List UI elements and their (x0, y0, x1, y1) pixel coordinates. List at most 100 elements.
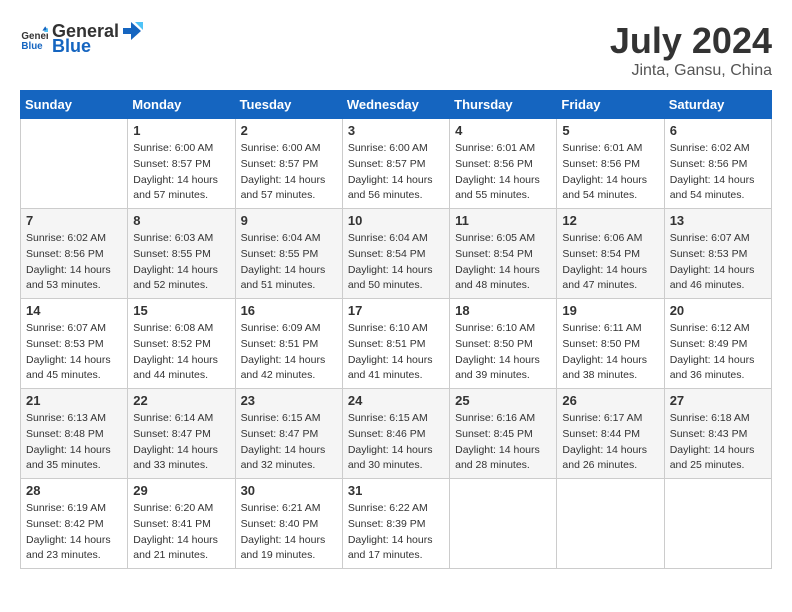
day-sun-info: Sunrise: 6:03 AMSunset: 8:55 PMDaylight:… (133, 231, 229, 294)
day-number: 6 (670, 123, 766, 138)
day-number: 26 (562, 393, 658, 408)
calendar-day-cell: 22 Sunrise: 6:14 AMSunset: 8:47 PMDayligh… (128, 389, 235, 479)
calendar-day-cell: 30 Sunrise: 6:21 AMSunset: 8:40 PMDayligh… (235, 479, 342, 569)
day-sun-info: Sunrise: 6:10 AMSunset: 8:50 PMDaylight:… (455, 321, 551, 384)
day-sun-info: Sunrise: 6:15 AMSunset: 8:47 PMDaylight:… (241, 411, 337, 474)
calendar-day-cell: 25Sunrise: 6:16 AMSunset: 8:45 PMDayligh… (450, 389, 557, 479)
calendar-day-cell: 12 Sunrise: 6:06 AMSunset: 8:54 PMDayligh… (557, 209, 664, 299)
day-sun-info: Sunrise: 6:07 AMSunset: 8:53 PMDaylight:… (670, 231, 766, 294)
day-sun-info: Sunrise: 6:10 AMSunset: 8:51 PMDaylight:… (348, 321, 444, 384)
day-sun-info: Sunrise: 6:17 AMSunset: 8:44 PMDaylight:… (562, 411, 658, 474)
day-sun-info: Sunrise: 6:01 AMSunset: 8:56 PMDaylight:… (562, 141, 658, 204)
calendar-day-cell: 8 Sunrise: 6:03 AMSunset: 8:55 PMDaylight… (128, 209, 235, 299)
calendar-day-cell: 20Sunrise: 6:12 AMSunset: 8:49 PMDayligh… (664, 299, 771, 389)
day-sun-info: Sunrise: 6:00 AMSunset: 8:57 PMDaylight:… (133, 141, 229, 204)
day-number: 30 (241, 483, 337, 498)
day-sun-info: Sunrise: 6:04 AMSunset: 8:55 PMDaylight:… (241, 231, 337, 294)
svg-text:Blue: Blue (21, 40, 43, 51)
day-of-week-header: Saturday (664, 91, 771, 119)
calendar-day-cell: 5 Sunrise: 6:01 AMSunset: 8:56 PMDaylight… (557, 119, 664, 209)
day-number: 2 (241, 123, 337, 138)
day-number: 23 (241, 393, 337, 408)
day-sun-info: Sunrise: 6:15 AMSunset: 8:46 PMDaylight:… (348, 411, 444, 474)
month-title: July 2024 (610, 20, 772, 62)
day-number: 9 (241, 213, 337, 228)
day-sun-info: Sunrise: 6:02 AMSunset: 8:56 PMDaylight:… (670, 141, 766, 204)
calendar-day-cell: 1 Sunrise: 6:00 AMSunset: 8:57 PMDaylight… (128, 119, 235, 209)
calendar-day-cell: 6 Sunrise: 6:02 AMSunset: 8:56 PMDaylight… (664, 119, 771, 209)
day-sun-info: Sunrise: 6:04 AMSunset: 8:54 PMDaylight:… (348, 231, 444, 294)
calendar-day-cell: 29 Sunrise: 6:20 AMSunset: 8:41 PMDayligh… (128, 479, 235, 569)
day-number: 20 (670, 303, 766, 318)
day-sun-info: Sunrise: 6:00 AMSunset: 8:57 PMDaylight:… (348, 141, 444, 204)
calendar-header-row: SundayMondayTuesdayWednesdayThursdayFrid… (21, 91, 772, 119)
calendar-day-cell: 31Sunrise: 6:22 AMSunset: 8:39 PMDayligh… (342, 479, 449, 569)
day-sun-info: Sunrise: 6:01 AMSunset: 8:56 PMDaylight:… (455, 141, 551, 204)
calendar-day-cell: 3 Sunrise: 6:00 AMSunset: 8:57 PMDaylight… (342, 119, 449, 209)
day-number: 14 (26, 303, 122, 318)
calendar-day-cell: 13 Sunrise: 6:07 AMSunset: 8:53 PMDayligh… (664, 209, 771, 299)
day-number: 4 (455, 123, 551, 138)
calendar-day-cell: 7 Sunrise: 6:02 AMSunset: 8:56 PMDaylight… (21, 209, 128, 299)
calendar-day-cell: 24 Sunrise: 6:15 AMSunset: 8:46 PMDayligh… (342, 389, 449, 479)
day-sun-info: Sunrise: 6:14 AMSunset: 8:47 PMDaylight:… (133, 411, 229, 474)
day-number: 19 (562, 303, 658, 318)
day-sun-info: Sunrise: 6:00 AMSunset: 8:57 PMDaylight:… (241, 141, 337, 204)
day-number: 18 (455, 303, 551, 318)
day-sun-info: Sunrise: 6:18 AMSunset: 8:43 PMDaylight:… (670, 411, 766, 474)
day-number: 5 (562, 123, 658, 138)
day-number: 28 (26, 483, 122, 498)
calendar-day-cell: 23 Sunrise: 6:15 AMSunset: 8:47 PMDayligh… (235, 389, 342, 479)
calendar-week-row: 1 Sunrise: 6:00 AMSunset: 8:57 PMDaylight… (21, 119, 772, 209)
day-number: 16 (241, 303, 337, 318)
calendar-day-cell: 28 Sunrise: 6:19 AMSunset: 8:42 PMDayligh… (21, 479, 128, 569)
calendar-day-cell: 18 Sunrise: 6:10 AMSunset: 8:50 PMDayligh… (450, 299, 557, 389)
day-number: 3 (348, 123, 444, 138)
calendar-week-row: 14 Sunrise: 6:07 AMSunset: 8:53 PMDayligh… (21, 299, 772, 389)
day-sun-info: Sunrise: 6:05 AMSunset: 8:54 PMDaylight:… (455, 231, 551, 294)
calendar-day-cell: 14 Sunrise: 6:07 AMSunset: 8:53 PMDayligh… (21, 299, 128, 389)
calendar-day-cell: 16Sunrise: 6:09 AMSunset: 8:51 PMDayligh… (235, 299, 342, 389)
day-number: 24 (348, 393, 444, 408)
day-number: 7 (26, 213, 122, 228)
day-number: 15 (133, 303, 229, 318)
calendar-week-row: 7 Sunrise: 6:02 AMSunset: 8:56 PMDaylight… (21, 209, 772, 299)
day-number: 13 (670, 213, 766, 228)
day-of-week-header: Sunday (21, 91, 128, 119)
logo-arrow-icon (121, 20, 143, 42)
calendar-day-cell: 2 Sunrise: 6:00 AMSunset: 8:57 PMDaylight… (235, 119, 342, 209)
day-number: 31 (348, 483, 444, 498)
calendar-day-cell (557, 479, 664, 569)
day-number: 21 (26, 393, 122, 408)
day-sun-info: Sunrise: 6:21 AMSunset: 8:40 PMDaylight:… (241, 501, 337, 564)
day-number: 12 (562, 213, 658, 228)
day-number: 22 (133, 393, 229, 408)
day-of-week-header: Monday (128, 91, 235, 119)
calendar-table: SundayMondayTuesdayWednesdayThursdayFrid… (20, 90, 772, 569)
day-sun-info: Sunrise: 6:06 AMSunset: 8:54 PMDaylight:… (562, 231, 658, 294)
day-sun-info: Sunrise: 6:08 AMSunset: 8:52 PMDaylight:… (133, 321, 229, 384)
calendar-day-cell: 9 Sunrise: 6:04 AMSunset: 8:55 PMDaylight… (235, 209, 342, 299)
day-sun-info: Sunrise: 6:19 AMSunset: 8:42 PMDaylight:… (26, 501, 122, 564)
day-sun-info: Sunrise: 6:02 AMSunset: 8:56 PMDaylight:… (26, 231, 122, 294)
day-sun-info: Sunrise: 6:07 AMSunset: 8:53 PMDaylight:… (26, 321, 122, 384)
day-number: 29 (133, 483, 229, 498)
day-number: 25 (455, 393, 551, 408)
day-number: 27 (670, 393, 766, 408)
calendar-day-cell: 15 Sunrise: 6:08 AMSunset: 8:52 PMDayligh… (128, 299, 235, 389)
day-number: 10 (348, 213, 444, 228)
calendar-day-cell (450, 479, 557, 569)
day-number: 1 (133, 123, 229, 138)
day-number: 17 (348, 303, 444, 318)
day-sun-info: Sunrise: 6:20 AMSunset: 8:41 PMDaylight:… (133, 501, 229, 564)
calendar-day-cell: 17 Sunrise: 6:10 AMSunset: 8:51 PMDayligh… (342, 299, 449, 389)
calendar-day-cell: 19Sunrise: 6:11 AMSunset: 8:50 PMDayligh… (557, 299, 664, 389)
calendar-day-cell: 10 Sunrise: 6:04 AMSunset: 8:54 PMDayligh… (342, 209, 449, 299)
calendar-week-row: 21Sunrise: 6:13 AMSunset: 8:48 PMDayligh… (21, 389, 772, 479)
day-number: 11 (455, 213, 551, 228)
calendar-day-cell: 27 Sunrise: 6:18 AMSunset: 8:43 PMDayligh… (664, 389, 771, 479)
calendar-week-row: 28 Sunrise: 6:19 AMSunset: 8:42 PMDayligh… (21, 479, 772, 569)
day-number: 8 (133, 213, 229, 228)
calendar-day-cell: 26 Sunrise: 6:17 AMSunset: 8:44 PMDayligh… (557, 389, 664, 479)
day-of-week-header: Wednesday (342, 91, 449, 119)
